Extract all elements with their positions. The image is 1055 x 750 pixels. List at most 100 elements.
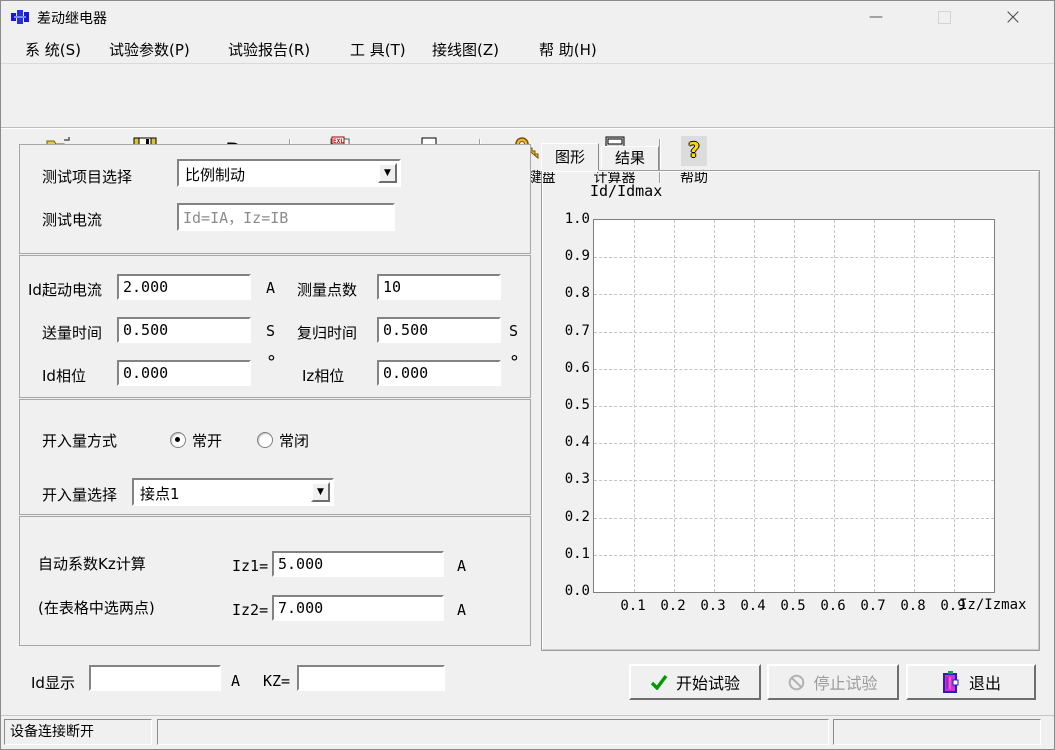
dropdown-arrow-icon[interactable]: ▼ <box>311 482 330 502</box>
id-phase-unit: ° <box>266 352 277 373</box>
test-item-dropdown[interactable]: 比例制动 ▼ <box>177 159 401 187</box>
y-tick-label: 1.0 <box>546 210 590 228</box>
close-button[interactable]: × <box>989 1 1037 33</box>
window-title: 差动继电器 <box>37 8 107 28</box>
y-tick-label: 0.6 <box>546 359 590 377</box>
iz1-unit: A <box>457 557 466 575</box>
tab-graph[interactable]: 图形 <box>541 143 599 171</box>
kz-display-field <box>297 665 445 691</box>
x-tick-label: 0.7 <box>858 597 888 615</box>
radio-normally-open-label[interactable]: 常开 <box>192 430 222 451</box>
check-icon <box>650 674 668 690</box>
gridline-vertical <box>874 220 875 592</box>
input-mode-label: 开入量方式 <box>42 430 117 451</box>
y-tick-label: 0.3 <box>546 470 590 488</box>
radio-normally-closed-label[interactable]: 常闭 <box>279 430 309 451</box>
id-start-current-label: Id起动电流 <box>28 279 102 300</box>
x-tick-label: 0.5 <box>778 597 808 615</box>
test-item-value: 比例制动 <box>185 164 245 185</box>
chart-panel: Id/Idmax 1.00.90.80.70.60.50.40.30.20.10… <box>541 170 1040 651</box>
status-right <box>833 719 1041 745</box>
status-middle <box>157 719 829 745</box>
iz2-label: Iz2= <box>232 601 268 619</box>
x-tick-label: 0.8 <box>898 597 928 615</box>
send-time-input[interactable] <box>117 317 251 343</box>
stop-icon <box>788 674 805 691</box>
menu-test-report[interactable]: 试验报告(R) <box>228 39 310 60</box>
y-tick-label: 0.5 <box>546 396 590 414</box>
test-current-input[interactable] <box>177 203 395 231</box>
reset-time-input[interactable] <box>377 317 501 343</box>
status-connection: 设备连接断开 <box>4 719 152 745</box>
menu-tools[interactable]: 工 具(T) <box>350 39 406 60</box>
tab-result[interactable]: 结果 <box>601 146 659 170</box>
params-group: Id起动电流 A 测量点数 送量时间 S 复归时间 S Id相位 ° Iz相位 … <box>19 255 531 398</box>
app-window: 差动继电器 — × 系 统(S) 试验参数(P) 试验报告(R) 工 具(T) … <box>0 0 1055 750</box>
y-axis: 1.00.90.80.70.60.50.40.30.20.10.0 <box>544 210 592 600</box>
id-display-field <box>89 665 221 691</box>
x-tick-label: 0.4 <box>738 597 768 615</box>
y-tick-label: 0.2 <box>546 508 590 526</box>
close-icon: × <box>1004 5 1022 30</box>
reset-time-unit: S <box>509 322 518 340</box>
kz-calc-subtitle: (在表格中选两点) <box>38 597 155 618</box>
x-axis-title: Iz/Izmax <box>959 597 1026 613</box>
send-time-label: 送量时间 <box>42 322 102 343</box>
id-start-current-input[interactable] <box>117 274 251 300</box>
test-current-label: 测试电流 <box>42 209 102 230</box>
id-display-label: Id显示 <box>31 672 75 693</box>
y-tick-label: 0.7 <box>546 322 590 340</box>
send-time-unit: S <box>266 322 275 340</box>
x-tick-label: 0.2 <box>658 597 688 615</box>
radio-normally-closed[interactable] <box>257 432 273 448</box>
input-select-value: 接点1 <box>140 483 180 504</box>
exit-button[interactable]: 退出 <box>906 664 1036 700</box>
gridline-horizontal <box>594 480 994 481</box>
radio-normally-open[interactable] <box>170 432 186 448</box>
help-question-icon: ? <box>681 136 707 166</box>
maximize-icon <box>938 11 951 24</box>
gridline-vertical <box>954 220 955 592</box>
y-tick-label: 0.8 <box>546 284 590 302</box>
input-select-dropdown[interactable]: 接点1 ▼ <box>132 478 334 506</box>
x-tick-label: 0.3 <box>698 597 728 615</box>
stop-test-label: 停止试验 <box>813 670 877 694</box>
iz1-input[interactable] <box>272 551 444 577</box>
stop-test-button[interactable]: 停止试验 <box>767 664 899 700</box>
minimize-button[interactable]: — <box>853 1 899 33</box>
input-mode-group: 开入量方式 常开 常闭 开入量选择 接点1 ▼ <box>19 399 531 515</box>
dropdown-arrow-icon[interactable]: ▼ <box>378 163 397 183</box>
kz-display-label: KZ= <box>263 672 290 690</box>
menu-wiring-diagram[interactable]: 接线图(Z) <box>432 39 499 60</box>
iz-phase-unit: ° <box>509 352 520 373</box>
gridline-horizontal <box>594 406 994 407</box>
gridline-horizontal <box>594 443 994 444</box>
iz-phase-label: Iz相位 <box>302 365 344 386</box>
y-tick-label: 0.1 <box>546 545 590 563</box>
chart-title: Id/Idmax <box>590 182 662 200</box>
x-tick-label: 0.1 <box>618 597 648 615</box>
menu-help[interactable]: 帮 助(H) <box>539 39 597 60</box>
id-display-unit: A <box>231 672 240 690</box>
statusbar-divider <box>1 715 1054 716</box>
reset-time-label: 复归时间 <box>297 322 357 343</box>
exit-door-icon <box>941 671 961 693</box>
iz2-unit: A <box>457 601 466 619</box>
id-phase-input[interactable] <box>117 360 251 386</box>
iz2-input[interactable] <box>272 595 444 621</box>
input-select-label: 开入量选择 <box>42 484 117 505</box>
gridline-horizontal <box>594 518 994 519</box>
measure-points-input[interactable] <box>377 274 501 300</box>
minimize-icon: — <box>869 9 883 25</box>
test-item-group: 测试项目选择 比例制动 ▼ 测试电流 <box>19 144 531 254</box>
title-bar: 差动继电器 — × <box>1 1 1054 33</box>
exit-label: 退出 <box>969 670 1001 694</box>
menu-system[interactable]: 系 统(S) <box>25 39 81 60</box>
menu-bar: 系 统(S) 试验参数(P) 试验报告(R) 工 具(T) 接线图(Z) 帮 助… <box>1 33 1054 64</box>
maximize-button[interactable] <box>921 1 967 33</box>
menu-test-params[interactable]: 试验参数(P) <box>109 39 190 60</box>
iz-phase-input[interactable] <box>377 360 501 386</box>
start-test-button[interactable]: 开始试验 <box>629 664 761 700</box>
kz-calc-group: 自动系数Kz计算 (在表格中选两点) Iz1= A Iz2= A <box>19 516 531 646</box>
measure-points-label: 测量点数 <box>297 279 357 300</box>
